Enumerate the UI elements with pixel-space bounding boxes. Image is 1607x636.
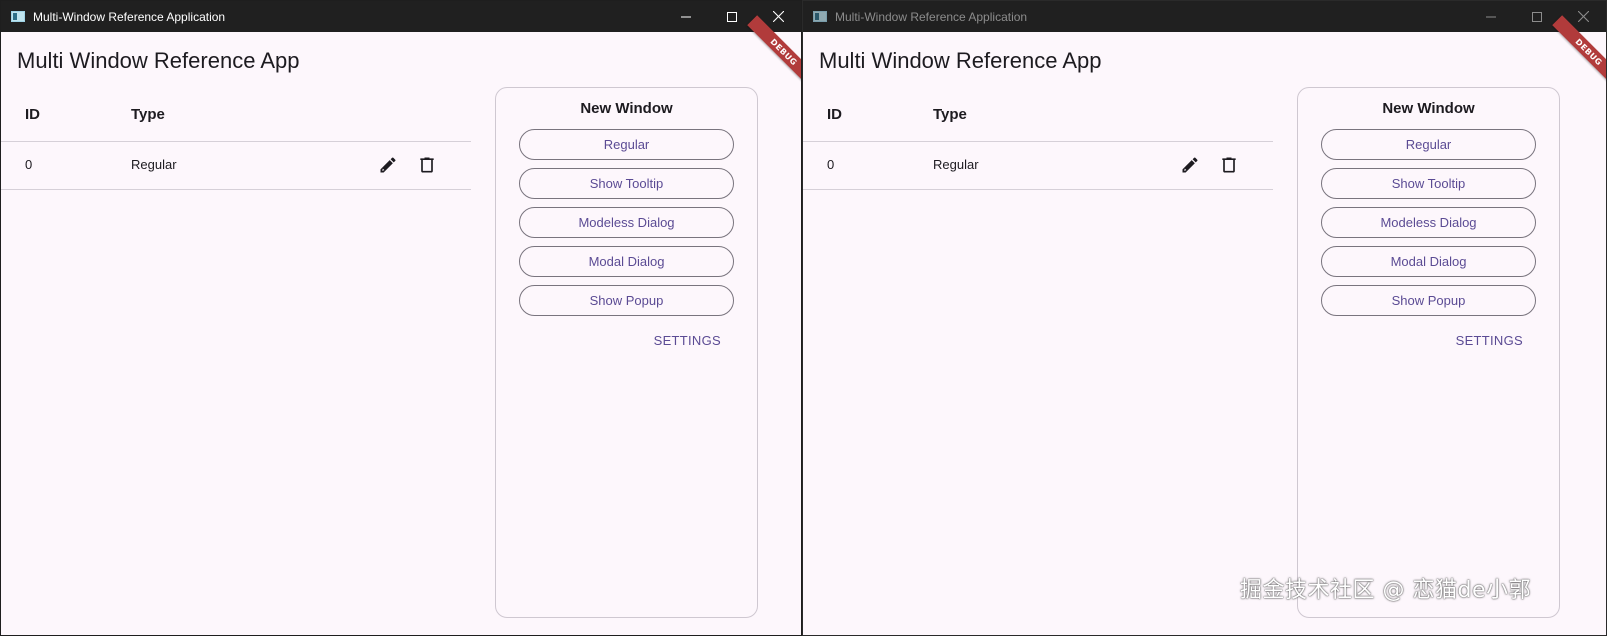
close-icon: [772, 11, 784, 22]
maximize-button[interactable]: [1514, 1, 1560, 32]
window-controls: [1468, 1, 1606, 32]
maximize-button[interactable]: [709, 1, 755, 32]
maximize-icon: [727, 11, 737, 22]
title-bar[interactable]: Multi-Window Reference Application: [1, 1, 801, 32]
table-header: ID Type: [803, 88, 1273, 142]
app-icon: [11, 11, 25, 22]
table-row[interactable]: 0 Regular: [1, 142, 471, 190]
column-header-id: ID: [25, 106, 40, 123]
window-title: Multi-Window Reference Application: [33, 9, 226, 24]
minimize-button[interactable]: [1468, 1, 1514, 32]
modal-dialog-button[interactable]: Modal Dialog: [519, 246, 734, 277]
minimize-icon: [1486, 16, 1496, 17]
column-header-type: Type: [933, 106, 967, 123]
show-popup-button[interactable]: Show Popup: [1321, 285, 1536, 316]
show-tooltip-button[interactable]: Show Tooltip: [519, 168, 734, 199]
modeless-dialog-button[interactable]: Modeless Dialog: [519, 207, 734, 238]
page-title: Multi Window Reference App: [819, 48, 1102, 73]
cell-type: Regular: [131, 157, 177, 172]
close-icon: [1577, 11, 1589, 22]
window-controls: [663, 1, 801, 32]
column-header-id: ID: [827, 106, 842, 123]
trash-icon: [1222, 157, 1236, 173]
cell-type: Regular: [933, 157, 979, 172]
show-popup-button[interactable]: Show Popup: [519, 285, 734, 316]
cell-id: 0: [25, 157, 33, 172]
settings-button[interactable]: SETTINGS: [1456, 333, 1523, 348]
minimize-icon: [681, 16, 691, 17]
modal-dialog-button[interactable]: Modal Dialog: [1321, 246, 1536, 277]
edit-button[interactable]: [375, 152, 401, 178]
new-window-panel: New Window Regular Show Tooltip Modeless…: [1297, 87, 1560, 618]
watermark: 掘金技术社区 @ 恋猫de小郭: [1240, 578, 1531, 603]
pencil-icon: [380, 157, 396, 173]
settings-button[interactable]: SETTINGS: [654, 333, 721, 348]
regular-button[interactable]: Regular: [1321, 129, 1536, 160]
delete-button[interactable]: [1216, 152, 1242, 178]
cell-id: 0: [827, 157, 835, 172]
table-header: ID Type: [1, 88, 471, 142]
app-icon: [813, 11, 827, 22]
windows-table: ID Type 0 Regular: [803, 88, 1273, 190]
table-row[interactable]: 0 Regular: [803, 142, 1273, 190]
window-title: Multi-Window Reference Application: [835, 9, 1028, 24]
window-primary: Multi-Window Reference Application Multi…: [0, 0, 802, 636]
title-bar[interactable]: Multi-Window Reference Application: [803, 1, 1606, 32]
regular-button[interactable]: Regular: [519, 129, 734, 160]
column-header-type: Type: [131, 106, 165, 123]
pencil-icon: [1182, 157, 1198, 173]
panel-title: New Window: [1382, 100, 1475, 117]
trash-icon: [420, 157, 434, 173]
minimize-button[interactable]: [663, 1, 709, 32]
show-tooltip-button[interactable]: Show Tooltip: [1321, 168, 1536, 199]
app-content: Multi Window Reference App ID Type 0 Reg…: [1, 15, 801, 635]
edit-button[interactable]: [1177, 152, 1203, 178]
new-window-panel: New Window Regular Show Tooltip Modeless…: [495, 87, 758, 618]
delete-button[interactable]: [414, 152, 440, 178]
panel-title: New Window: [580, 100, 673, 117]
app-content: Multi Window Reference App ID Type 0 Reg…: [803, 15, 1606, 635]
window-secondary: Multi-Window Reference Application Multi…: [802, 0, 1607, 636]
modeless-dialog-button[interactable]: Modeless Dialog: [1321, 207, 1536, 238]
page-title: Multi Window Reference App: [17, 48, 300, 73]
windows-table: ID Type 0 Regular: [1, 88, 471, 190]
maximize-icon: [1532, 11, 1542, 22]
